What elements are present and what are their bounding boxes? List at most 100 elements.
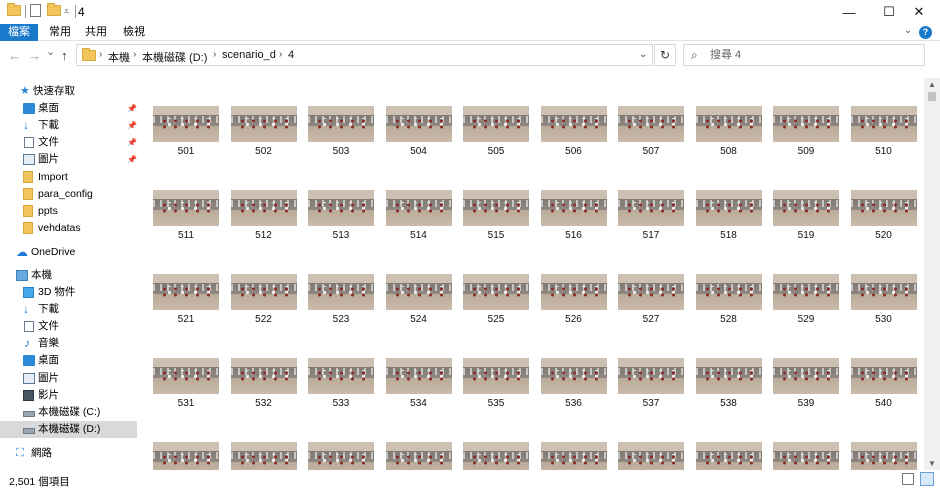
breadcrumb-scenario-d[interactable]: scenario_d	[222, 49, 276, 61]
sidebar-item-import[interactable]: Import	[0, 169, 137, 186]
file-item[interactable]: 502	[230, 78, 297, 157]
sidebar-item-documents[interactable]: 文件	[0, 318, 137, 335]
file-item[interactable]: 526	[540, 246, 607, 325]
file-item[interactable]: 527	[618, 246, 684, 325]
breadcrumb-local-disk-d[interactable]: 本機磁碟 (D:)	[142, 49, 207, 65]
file-item[interactable]: 508	[695, 78, 762, 157]
tab-file[interactable]: 檔案	[0, 24, 38, 41]
new-folder-icon[interactable]	[47, 3, 61, 16]
file-item[interactable]: 507	[618, 78, 684, 157]
sidebar-item-pictures[interactable]: 圖片	[0, 370, 137, 387]
file-item[interactable]: 531	[153, 330, 219, 409]
file-item[interactable]	[463, 414, 529, 470]
tab-share[interactable]: 共用	[80, 24, 112, 41]
details-view-icon[interactable]	[902, 473, 914, 485]
scroll-down-icon[interactable]: ▼	[928, 459, 936, 468]
search-input[interactable]	[710, 47, 910, 63]
recent-locations-button[interactable]: ⌄	[46, 45, 55, 58]
file-item[interactable]: 539	[773, 330, 839, 409]
help-icon[interactable]: ?	[919, 26, 932, 39]
sidebar-item-vehdatas[interactable]: vehdatas	[0, 220, 137, 237]
large-icons-view-icon[interactable]	[920, 472, 934, 486]
file-item[interactable]: 540	[850, 330, 917, 409]
file-item[interactable]	[618, 414, 684, 470]
sidebar-item-3d-objects[interactable]: 3D 物件	[0, 284, 137, 301]
chevron-right-icon[interactable]: ›	[213, 49, 216, 60]
sidebar-item-para-config[interactable]: para_config	[0, 186, 137, 203]
file-item[interactable]: 518	[695, 162, 762, 241]
file-item[interactable]: 515	[463, 162, 529, 241]
file-item[interactable]: 530	[850, 246, 917, 325]
chevron-right-icon[interactable]: ›	[279, 49, 282, 60]
file-item[interactable]: 506	[540, 78, 607, 157]
address-bar[interactable]: › 本機 › 本機磁碟 (D:) › scenario_d › 4 ⌄	[76, 44, 653, 66]
back-button[interactable]: ←	[8, 48, 21, 63]
pin-icon[interactable]: 📌	[127, 117, 137, 134]
chevron-right-icon[interactable]: ›	[99, 49, 102, 60]
file-item[interactable]: 538	[695, 330, 762, 409]
sidebar-item-local-disk-d[interactable]: 本機磁碟 (D:)	[0, 421, 137, 438]
sidebar-item-documents-pinned[interactable]: 文件 📌	[0, 134, 137, 151]
pin-icon[interactable]: 📌	[127, 134, 137, 151]
sidebar-item-this-pc[interactable]: 本機	[0, 267, 137, 284]
file-item[interactable]	[850, 414, 917, 470]
file-item[interactable]: 534	[385, 330, 452, 409]
file-item[interactable]: 529	[773, 246, 839, 325]
file-item[interactable]: 523	[308, 246, 374, 325]
file-item[interactable]: 501	[153, 78, 219, 157]
file-item[interactable]: 514	[385, 162, 452, 241]
file-item[interactable]: 536	[540, 330, 607, 409]
sidebar-item-desktop-pinned[interactable]: 桌面 📌	[0, 100, 137, 117]
vertical-scrollbar[interactable]: ▲ ▼	[924, 78, 940, 470]
file-item[interactable]: 511	[153, 162, 219, 241]
sidebar-item-pictures-pinned[interactable]: 圖片 📌	[0, 151, 137, 168]
breadcrumb-4[interactable]: 4	[288, 49, 294, 61]
sidebar-item-ppts[interactable]: ppts	[0, 203, 137, 220]
chevron-down-icon[interactable]: ⌄	[639, 49, 647, 60]
file-item[interactable]: 516	[540, 162, 607, 241]
file-item[interactable]: 532	[230, 330, 297, 409]
file-item[interactable]: 510	[850, 78, 917, 157]
file-item[interactable]: 519	[773, 162, 839, 241]
customize-toolbar-icon[interactable]: ⩡	[64, 6, 69, 17]
file-item[interactable]	[773, 414, 839, 470]
close-button[interactable]: ✕	[896, 0, 940, 24]
file-item[interactable]	[385, 414, 452, 470]
chevron-down-icon[interactable]: ⌄	[904, 25, 912, 36]
tab-view[interactable]: 檢視	[118, 24, 150, 41]
sidebar-item-onedrive[interactable]: ☁ OneDrive	[0, 244, 137, 261]
chevron-right-icon[interactable]: ›	[133, 49, 136, 60]
pin-icon[interactable]: 📌	[127, 100, 137, 117]
sidebar-item-local-disk-c[interactable]: 本機磁碟 (C:)	[0, 404, 137, 421]
file-item[interactable]: 525	[463, 246, 529, 325]
file-item[interactable]: 517	[618, 162, 684, 241]
file-item[interactable]: 503	[308, 78, 374, 157]
file-item[interactable]: 522	[230, 246, 297, 325]
sidebar-item-network[interactable]: ⛶ 網路	[0, 445, 137, 462]
tab-home[interactable]: 常用	[44, 24, 76, 41]
file-item[interactable]: 524	[385, 246, 452, 325]
sidebar-item-quick-access[interactable]: ★ 快速存取	[0, 83, 137, 100]
file-item[interactable]: 535	[463, 330, 529, 409]
refresh-button[interactable]: ↻	[654, 44, 676, 66]
scrollbar-thumb[interactable]	[928, 92, 936, 101]
sidebar-item-downloads-pinned[interactable]: ↓ 下載 📌	[0, 117, 137, 134]
properties-icon[interactable]	[30, 4, 41, 17]
file-item[interactable]	[695, 414, 762, 470]
breadcrumb-this-pc[interactable]: 本機	[108, 49, 130, 65]
sidebar-item-videos[interactable]: 影片	[0, 387, 137, 404]
sidebar-item-desktop[interactable]: 桌面	[0, 352, 137, 369]
file-item[interactable]: 505	[463, 78, 529, 157]
file-item[interactable]: 504	[385, 78, 452, 157]
file-item[interactable]: 533	[308, 330, 374, 409]
search-box[interactable]: ⌕	[683, 44, 925, 66]
file-item[interactable]: 509	[773, 78, 839, 157]
file-item[interactable]: 513	[308, 162, 374, 241]
file-item[interactable]	[153, 414, 219, 470]
file-item[interactable]: 537	[618, 330, 684, 409]
sidebar-item-downloads[interactable]: ↓ 下載	[0, 301, 137, 318]
file-item[interactable]: 520	[850, 162, 917, 241]
forward-button[interactable]: →	[28, 48, 41, 63]
up-button[interactable]: ↑	[61, 48, 68, 63]
file-item[interactable]: 521	[153, 246, 219, 325]
